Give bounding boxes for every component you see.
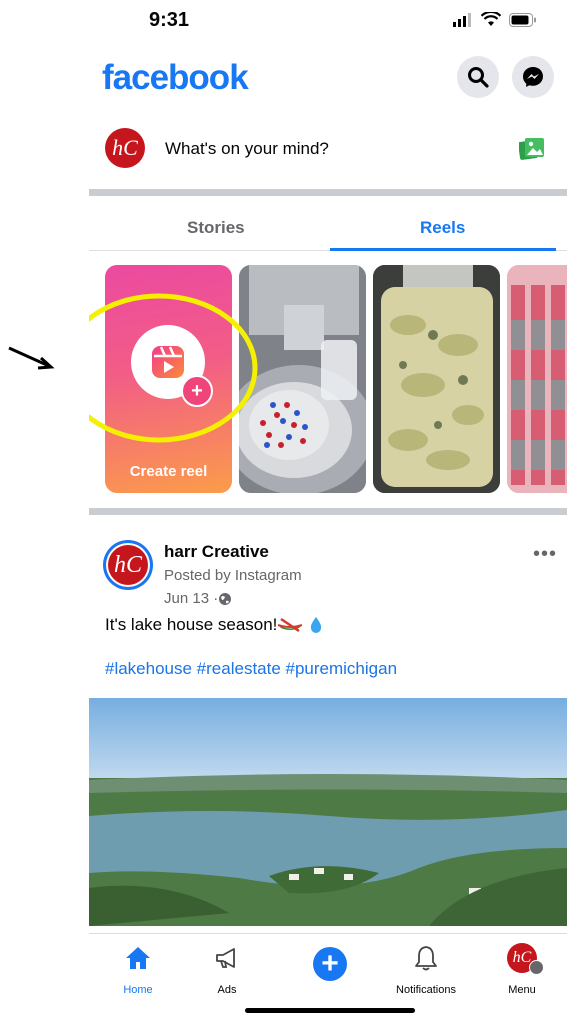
post-avatar-initials: hC bbox=[113, 551, 142, 578]
section-divider bbox=[89, 508, 567, 515]
home-indicator bbox=[245, 1008, 415, 1013]
canoe-emoji bbox=[278, 617, 303, 633]
droplet-emoji bbox=[311, 617, 322, 633]
post-more-button[interactable]: ••• bbox=[533, 543, 557, 566]
nav-create[interactable]: + bbox=[295, 940, 365, 981]
composer-prompt[interactable]: What's on your mind? bbox=[165, 139, 329, 159]
photo-icon[interactable] bbox=[519, 137, 545, 161]
post-author-name[interactable]: harr Creative bbox=[164, 542, 269, 562]
annotation-arrow bbox=[8, 346, 55, 370]
lake-aerial-image bbox=[89, 698, 567, 926]
reel-image-bottles bbox=[507, 265, 567, 493]
nav-menu[interactable]: hC Menu bbox=[487, 940, 557, 996]
battery-icon bbox=[509, 12, 536, 27]
nav-home-label: Home bbox=[123, 984, 153, 996]
nav-notifications[interactable]: Notifications bbox=[391, 940, 461, 996]
menu-lines-icon bbox=[529, 960, 544, 975]
create-reel-label: Create reel bbox=[129, 463, 208, 480]
nav-ads-label: Ads bbox=[217, 984, 237, 996]
post-text: It's lake house season! bbox=[105, 615, 278, 634]
reel-thumbnail[interactable] bbox=[373, 265, 500, 493]
post-meta: Jun 13 · bbox=[164, 590, 232, 607]
post-date: Jun 13 · bbox=[164, 590, 219, 607]
signal-icon bbox=[453, 12, 471, 27]
post-image[interactable] bbox=[89, 698, 567, 926]
post-text-row: It's lake house season! bbox=[105, 615, 323, 635]
nav-notifications-label: Notifications bbox=[396, 984, 456, 996]
nav-ads[interactable]: Ads bbox=[192, 940, 262, 996]
nav-home[interactable]: Home bbox=[103, 940, 173, 996]
wifi-icon bbox=[481, 12, 501, 26]
facebook-logo[interactable]: facebook bbox=[102, 58, 249, 98]
messenger-icon bbox=[523, 67, 543, 87]
status-time: 9:31 bbox=[149, 9, 190, 31]
tab-active-indicator bbox=[330, 248, 556, 251]
megaphone-icon bbox=[216, 948, 235, 968]
tab-reels[interactable]: Reels bbox=[420, 218, 465, 238]
status-icons bbox=[453, 12, 537, 27]
reel-image-jar bbox=[373, 265, 500, 493]
globe-icon bbox=[219, 592, 232, 605]
post-posted-by: Posted by Instagram bbox=[164, 567, 302, 584]
more-icon: ••• bbox=[533, 543, 558, 565]
annotation-highlight bbox=[89, 293, 258, 443]
tab-stories[interactable]: Stories bbox=[187, 218, 245, 238]
nav-menu-label: Menu bbox=[508, 984, 536, 996]
search-button[interactable] bbox=[457, 56, 499, 98]
create-plus-icon: + bbox=[313, 947, 347, 981]
reel-thumbnail[interactable] bbox=[507, 265, 567, 493]
phone-screen: 9:31 facebook hC What's on your mind? St… bbox=[89, 0, 567, 1015]
bell-icon bbox=[415, 946, 437, 971]
avatar-initials: hC bbox=[112, 135, 138, 160]
post-hashtags[interactable]: #lakehouse #realestate #puremichigan bbox=[105, 659, 397, 679]
profile-avatar[interactable]: hC bbox=[105, 128, 145, 168]
section-divider bbox=[89, 189, 567, 196]
post-author-avatar[interactable]: hC bbox=[106, 543, 150, 587]
messenger-button[interactable] bbox=[512, 56, 554, 98]
home-icon bbox=[126, 947, 150, 969]
search-icon bbox=[468, 67, 489, 88]
